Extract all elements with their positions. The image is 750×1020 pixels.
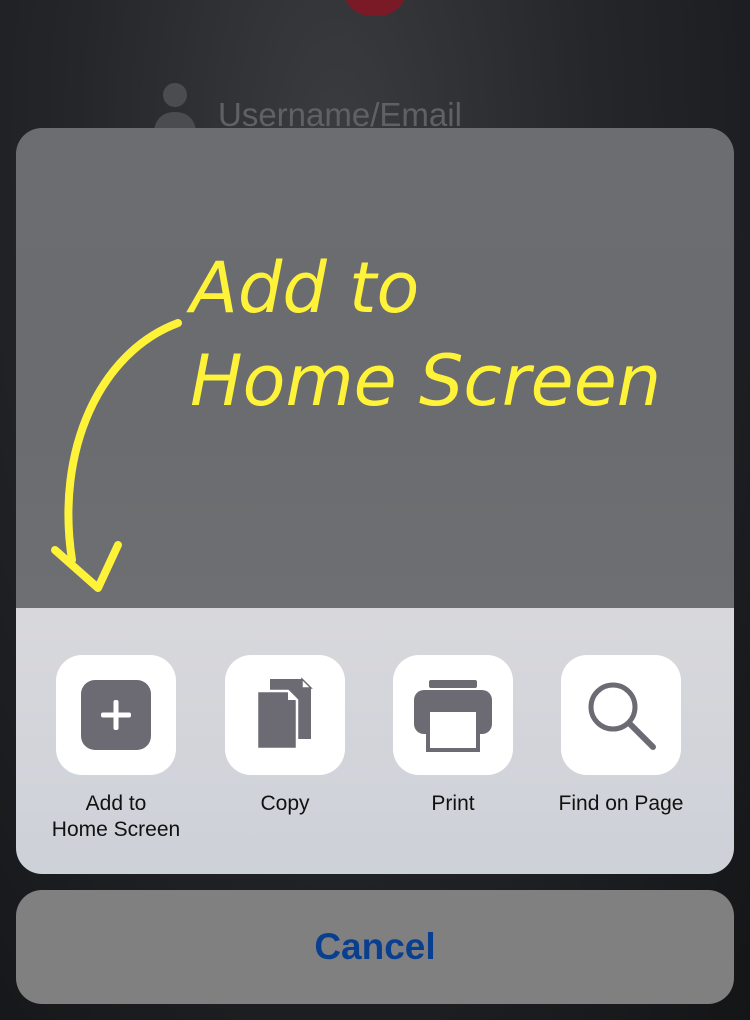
add-to-home-screen-label: Add to Home Screen <box>51 792 181 841</box>
print-label: Print <box>431 792 475 815</box>
share-sheet: Add to Home Screen Copy Print Find on Pa… <box>16 128 734 874</box>
find-on-page-label: Find on Page <box>558 792 684 815</box>
print-button[interactable]: Print <box>378 655 528 817</box>
find-on-page-button[interactable]: Find on Page <box>546 655 696 817</box>
print-tile[interactable] <box>393 655 513 775</box>
add-square-icon <box>81 680 151 750</box>
page-preview <box>16 128 734 608</box>
cancel-label: Cancel <box>314 926 436 967</box>
cancel-button[interactable]: Cancel <box>16 890 734 1004</box>
action-row: Add to Home Screen Copy Print Find on Pa… <box>16 608 734 874</box>
copy-label: Copy <box>260 792 310 815</box>
find-on-page-tile[interactable] <box>561 655 681 775</box>
add-to-home-screen-button[interactable]: Add to Home Screen <box>41 655 191 843</box>
add-to-home-screen-tile[interactable] <box>56 655 176 775</box>
magnifier-icon <box>588 682 656 750</box>
copy-documents-icon <box>255 677 313 751</box>
copy-button[interactable]: Copy <box>210 655 360 817</box>
copy-tile[interactable] <box>225 655 345 775</box>
printer-icon <box>414 680 492 752</box>
